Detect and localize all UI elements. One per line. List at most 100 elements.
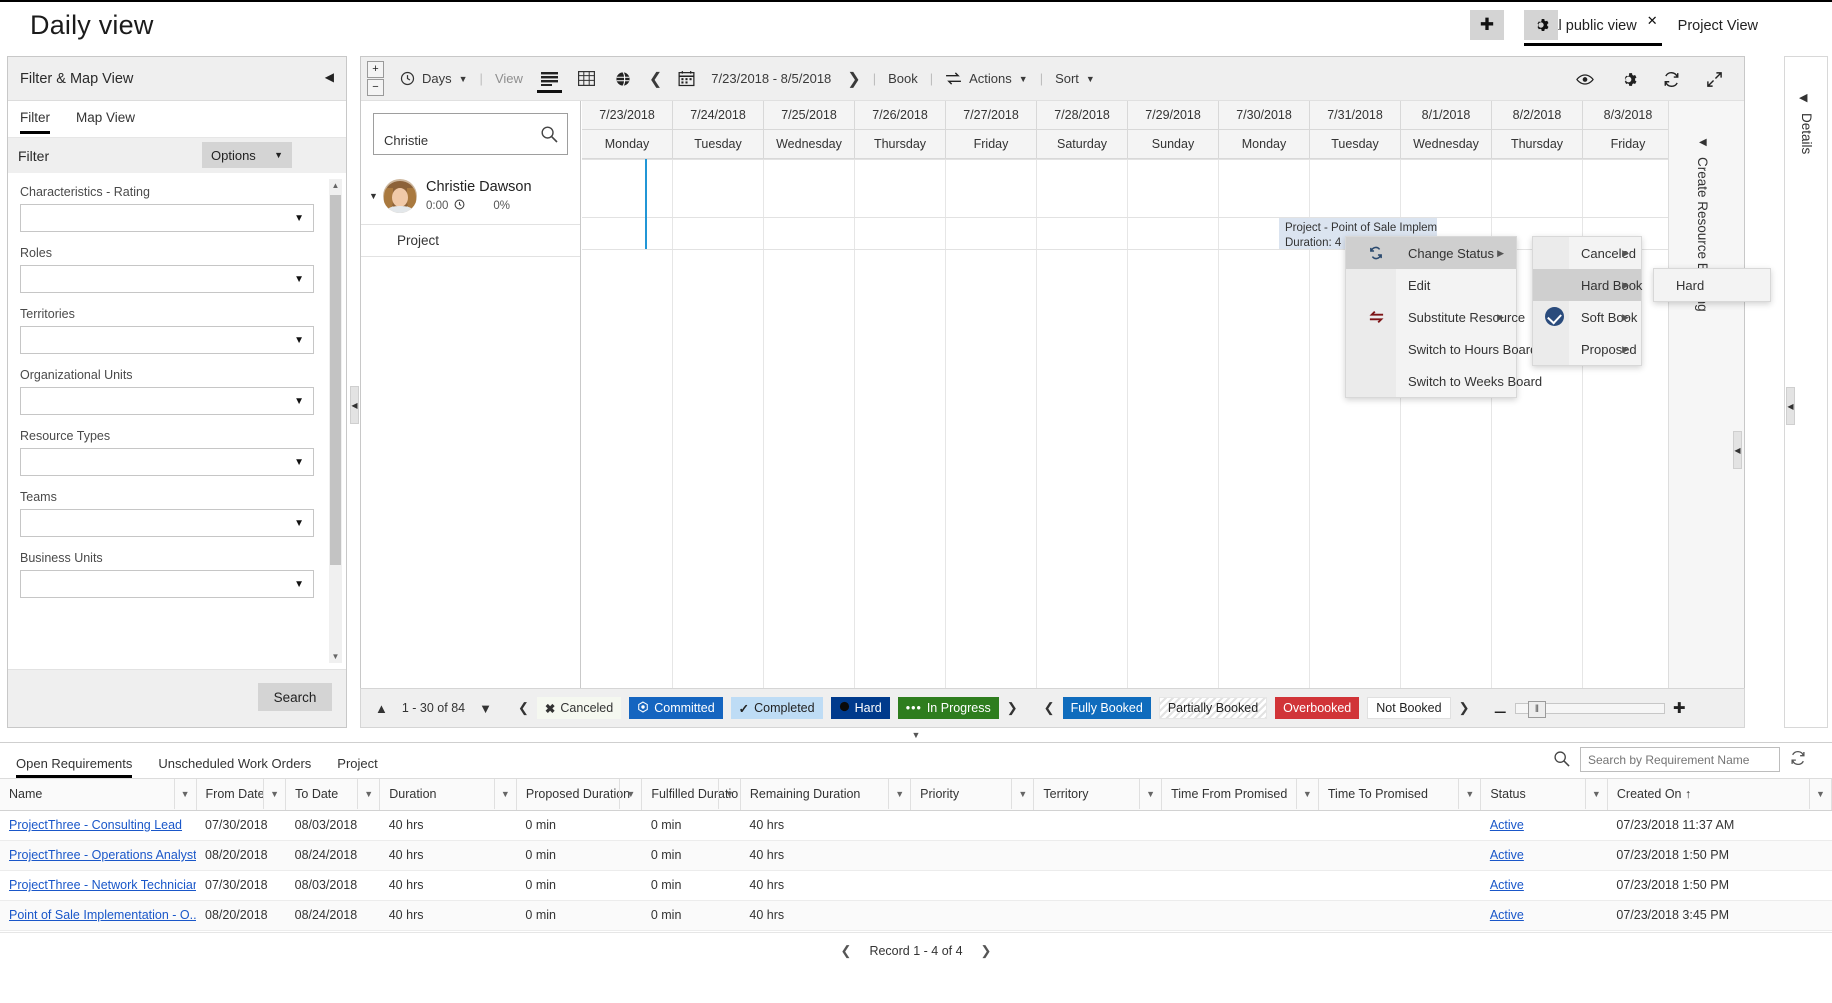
column-header[interactable]: Name ▼	[0, 779, 197, 811]
status-link[interactable]: Active	[1490, 878, 1524, 892]
view-tab-project-view[interactable]: Project View	[1668, 14, 1768, 40]
requirement-link[interactable]: ProjectThree - Network Technician	[9, 878, 196, 892]
context-menu-item-substitute-resource[interactable]: Substitute Resource ▶	[1346, 301, 1525, 333]
organizational-units-select[interactable]: ▼	[20, 387, 314, 415]
chevron-left-icon[interactable]: ◀	[1799, 91, 1807, 104]
column-header[interactable]: Remaining Duration ▼	[740, 779, 912, 811]
actions-dropdown[interactable]: Actions ▼	[937, 57, 1036, 101]
column-filter-icon[interactable]: ▼	[1458, 779, 1480, 809]
legend-chip-fully-booked[interactable]: Fully Booked	[1062, 697, 1151, 719]
minus-box-icon[interactable]: −	[367, 79, 384, 96]
chevron-down-icon[interactable]: ▼	[479, 701, 492, 716]
bottom-pane-expander[interactable]: ▼	[0, 728, 1832, 742]
rail-resize-handle[interactable]: ◀	[1733, 431, 1742, 469]
legend-chip-completed[interactable]: ✓ Completed	[730, 697, 823, 719]
column-header[interactable]: Fulfilled Duration ▼	[641, 779, 741, 811]
column-header[interactable]: From Date ▼	[196, 779, 287, 811]
chevron-right-icon[interactable]: ❯	[1007, 700, 1018, 716]
details-rail-resize-handle[interactable]: ◀	[1786, 387, 1795, 425]
zoom-slider-track[interactable]: ‖	[1514, 700, 1665, 718]
fullscreen-button[interactable]	[1693, 57, 1736, 101]
legend-chip-hard[interactable]: Hard	[830, 697, 890, 719]
visibility-button[interactable]	[1563, 57, 1607, 101]
business-units-select[interactable]: ▼	[20, 570, 314, 598]
tab-map-view[interactable]: Map View	[76, 110, 135, 129]
column-filter-icon[interactable]: ▼	[888, 779, 910, 809]
table-row[interactable]: ProjectThree - Consulting Lead 07/30/2018…	[0, 810, 1832, 841]
chevron-down-icon[interactable]: ▼	[369, 191, 383, 201]
tab-open-requirements[interactable]: Open Requirements	[16, 756, 133, 778]
table-row[interactable]: Point of Sale Implementation - O... 08/20…	[0, 900, 1832, 931]
requirement-link[interactable]: ProjectThree - Operations Analyst	[9, 848, 196, 862]
chevron-right-icon[interactable]: ❯	[981, 943, 992, 959]
column-filter-icon[interactable]: ▼	[1584, 779, 1607, 809]
resource-types-select[interactable]: ▼	[20, 448, 314, 476]
table-row[interactable]: ProjectThree - Network Technician 07/30/2…	[0, 870, 1832, 901]
minus-icon[interactable]: ⚊	[1494, 699, 1507, 717]
teams-select[interactable]: ▼	[20, 509, 314, 537]
sort-dropdown[interactable]: Sort ▼	[1047, 57, 1103, 101]
legend-chip-in-progress[interactable]: ••• In Progress	[897, 697, 999, 719]
close-icon[interactable]: ✕	[1647, 13, 1658, 28]
column-filter-icon[interactable]: ▼	[1295, 779, 1318, 809]
context-menu-item-switch-to-hours-board[interactable]: Switch to Hours Board	[1346, 333, 1537, 365]
filter-search-button[interactable]: Search	[258, 683, 332, 711]
tab-filter[interactable]: Filter	[20, 110, 50, 134]
requirement-link[interactable]: ProjectThree - Consulting Lead	[9, 818, 182, 832]
column-header[interactable]: Time From Promised ▼	[1161, 779, 1319, 811]
status-item-canceled[interactable]: Canceled ▶	[1533, 237, 1641, 269]
filter-options-button[interactable]: Options ▼	[202, 142, 292, 168]
grid-day-column[interactable]	[764, 159, 855, 713]
table-row[interactable]: ProjectThree - Operations Analyst 08/20/2…	[0, 840, 1832, 871]
book-button[interactable]: Book	[880, 57, 926, 101]
legend-chip-overbooked[interactable]: Overbooked	[1275, 697, 1360, 719]
grid-day-column[interactable]	[855, 159, 946, 713]
column-filter-icon[interactable]: ▼	[619, 779, 641, 809]
resource-search-box[interactable]	[373, 113, 568, 155]
status-link[interactable]: Active	[1490, 848, 1524, 862]
status-item-proposed[interactable]: Proposed ▶	[1533, 333, 1641, 365]
legend-chip-partially-booked[interactable]: Partially Booked	[1158, 697, 1268, 719]
next-period-button[interactable]: ❯	[839, 57, 868, 101]
date-range-label[interactable]: 7/23/2018 - 8/5/2018	[703, 57, 839, 101]
status-item-soft-book[interactable]: Soft Book ▶	[1533, 301, 1641, 333]
add-view-button[interactable]: ✚	[1470, 10, 1504, 40]
column-filter-icon[interactable]: ▼	[173, 779, 196, 809]
column-filter-icon[interactable]: ▼	[357, 779, 379, 809]
refresh-button[interactable]	[1650, 57, 1693, 101]
resource-row-christie-dawson[interactable]: ▼ Christie Dawson 0:00 0%	[361, 167, 580, 225]
details-rail[interactable]: ◀ Details ◀	[1784, 56, 1828, 728]
column-header[interactable]: Created On ↑ ▼	[1607, 779, 1832, 811]
column-filter-icon[interactable]: ▼	[717, 779, 740, 809]
calendar-picker-button[interactable]	[670, 57, 703, 101]
status-link[interactable]: Active	[1490, 908, 1524, 922]
view-mode-grid-button[interactable]	[568, 57, 605, 101]
tab-project[interactable]: Project	[337, 756, 377, 778]
refresh-icon[interactable]	[1790, 750, 1806, 769]
tab-unscheduled-work-orders[interactable]: Unscheduled Work Orders	[158, 756, 311, 778]
view-mode-map-button[interactable]	[605, 57, 641, 101]
chevron-down-icon[interactable]: ▼	[329, 650, 342, 663]
search-icon[interactable]	[1553, 750, 1570, 770]
zoom-slider[interactable]: ⚊ ‖ ✚	[1494, 699, 1686, 718]
chevron-left-icon[interactable]: ❮	[1044, 700, 1055, 716]
legend-chip-not-booked[interactable]: Not Booked	[1367, 697, 1451, 719]
requirement-link[interactable]: Point of Sale Implementation - O...	[9, 908, 196, 922]
resource-search-input[interactable]	[382, 114, 533, 154]
scrollbar-thumb[interactable]	[330, 195, 341, 565]
board-settings-button[interactable]	[1607, 57, 1650, 101]
chevron-left-icon[interactable]: ❮	[518, 700, 529, 716]
view-settings-button[interactable]	[1524, 10, 1558, 40]
grid-day-column[interactable]	[582, 159, 673, 713]
grid-day-column[interactable]	[673, 159, 764, 713]
column-header[interactable]: Time To Promised ▼	[1318, 779, 1482, 811]
hard-book-item-hard[interactable]: Hard	[1654, 269, 1770, 301]
column-filter-icon[interactable]: ▼	[263, 779, 285, 809]
column-header[interactable]: Priority ▼	[910, 779, 1035, 811]
previous-period-button[interactable]: ❮	[641, 57, 670, 101]
column-filter-icon[interactable]: ▼	[1139, 779, 1161, 809]
plus-icon[interactable]: ✚	[1673, 699, 1686, 717]
legend-chip-committed[interactable]: Committed	[629, 697, 723, 719]
chevron-left-icon[interactable]: ◀	[1699, 137, 1707, 148]
roles-select[interactable]: ▼	[20, 265, 314, 293]
